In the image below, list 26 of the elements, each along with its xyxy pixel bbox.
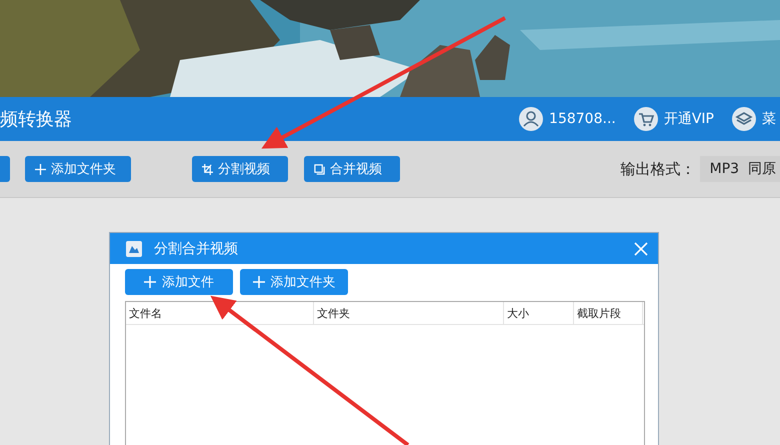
user-icon[interactable] xyxy=(519,107,544,131)
app-icon xyxy=(126,240,142,256)
plus-icon xyxy=(35,164,46,174)
toolbar-button[interactable]: 添加文件夹 xyxy=(25,156,131,182)
close-icon[interactable] xyxy=(634,242,648,256)
dialog-title: 分割合并视频 xyxy=(154,240,238,258)
menu-link[interactable]: 菜 xyxy=(762,110,776,128)
format-dropdown[interactable]: MP3 同原 xyxy=(700,156,780,182)
plus-icon xyxy=(252,276,264,288)
toolbar-button[interactable]: 分割视频 xyxy=(192,156,288,182)
vip-link[interactable]: 开通VIP xyxy=(664,110,714,128)
copy-icon xyxy=(314,164,325,174)
user-name[interactable]: 158708... xyxy=(549,111,616,127)
add-button[interactable]: 添加文件夹 xyxy=(240,269,348,295)
app-title: 频转换器 xyxy=(0,108,72,131)
layers-icon[interactable] xyxy=(732,107,756,131)
add-button[interactable]: 添加文件 xyxy=(125,269,233,295)
column-header[interactable]: 文件夹 xyxy=(314,302,504,324)
crop-icon xyxy=(202,164,213,174)
plus-icon xyxy=(144,276,156,288)
cart-icon[interactable] xyxy=(634,107,658,131)
column-header[interactable]: 大小 xyxy=(504,302,574,324)
column-header[interactable]: 截取片段 xyxy=(574,302,643,324)
toolbar-button[interactable]: 合并视频 xyxy=(304,156,400,182)
format-label: 输出格式： xyxy=(620,160,696,178)
column-header[interactable]: 文件名 xyxy=(126,302,314,324)
